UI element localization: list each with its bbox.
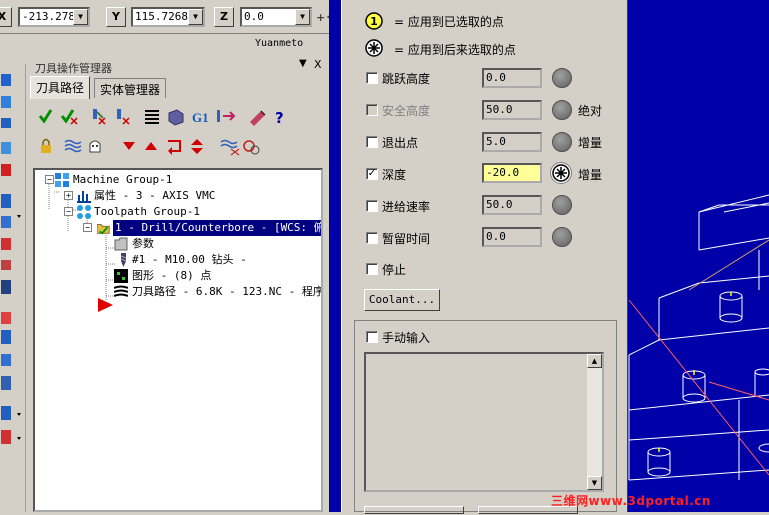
later-points-icon: [365, 39, 383, 57]
select-all-icon: [38, 109, 53, 124]
manual-input-label: 手动输入: [382, 331, 431, 345]
panel-title: 刀具操作管理器: [35, 62, 112, 75]
stop-label: 停止: [382, 263, 407, 277]
safety-absolute-label: 绝对: [578, 104, 603, 118]
x-button[interactable]: X: [0, 7, 12, 27]
properties-icon: [77, 191, 91, 203]
expand-toggle[interactable]: +: [64, 191, 73, 200]
apply-button-safety[interactable]: [552, 100, 572, 120]
dwell-label: 暂留时间: [382, 232, 431, 246]
collapse-toggle[interactable]: −: [64, 207, 73, 216]
selected-points-icon: 1: [365, 12, 383, 30]
collapse-toggle[interactable]: −: [83, 223, 92, 232]
y-coordinate-input[interactable]: 115.7268 ▼: [131, 7, 205, 27]
machine-group-icon: [55, 173, 69, 187]
z-value: 0.0: [244, 10, 264, 23]
feed-rate-field[interactable]: 50.0: [482, 195, 542, 215]
pin-icon[interactable]: ▼: [299, 58, 307, 69]
feed-rate-label: 进给速率: [382, 200, 431, 214]
scroll-down-icon[interactable]: ▼: [587, 476, 602, 490]
jump-height-field[interactable]: 0.0: [482, 68, 542, 88]
apply-later-button-depth[interactable]: [550, 162, 572, 184]
scrollbar[interactable]: ▲ ▼: [587, 354, 602, 490]
toolpath-tree[interactable]: − + − − Machine Group-1 属性 - 3 - AXIS VM…: [33, 168, 323, 512]
manual-input-textarea[interactable]: [364, 352, 604, 492]
drill-point-dialog: 1 = 应用到已选取的点 = 应用到后来选取的点 跳跃高度 0.0 安全高度 5…: [341, 0, 628, 514]
operations-toolbar-2: [35, 136, 325, 158]
svg-text:1: 1: [370, 15, 378, 28]
tab-solids-manager[interactable]: 实体管理器: [94, 78, 167, 98]
geometry-icon: [114, 269, 128, 283]
operation-folder-icon: [97, 224, 110, 235]
close-icon[interactable]: X: [314, 58, 322, 71]
drill-tool-icon: [120, 253, 127, 267]
ok-button[interactable]: [364, 506, 464, 514]
asterisk-icon: [552, 164, 570, 182]
toolpath-manager-panel: 刀具操作管理器 ▼ X 刀具路径 实体管理器 G1 ? − + − − Mach…: [27, 56, 329, 512]
jump-height-checkbox[interactable]: [366, 72, 378, 84]
svg-text:G1: G1: [192, 110, 209, 125]
left-toolbar: [0, 64, 26, 512]
stop-checkbox[interactable]: [366, 263, 378, 275]
tree-item-toolpath[interactable]: 刀具路径 - 6.8K - 123.NC - 程序: [132, 284, 321, 300]
retract-field[interactable]: 5.0: [482, 132, 542, 152]
scroll-up-icon[interactable]: ▲: [587, 354, 602, 368]
apply-button-dwell[interactable]: [552, 227, 572, 247]
coolant-button[interactable]: Coolant...: [364, 289, 440, 311]
collapse-toggle[interactable]: −: [45, 175, 54, 184]
depth-incremental-label: 增量: [578, 168, 603, 182]
retract-checkbox[interactable]: [366, 136, 378, 148]
safety-height-label: 安全高度: [382, 104, 431, 118]
y-button[interactable]: Y: [106, 7, 126, 27]
depth-label: 深度: [382, 168, 407, 182]
chevron-down-icon[interactable]: ▼: [295, 9, 310, 25]
dwell-checkbox[interactable]: [366, 232, 378, 244]
y-value: 115.7268: [135, 10, 188, 23]
apply-button-feed[interactable]: [552, 195, 572, 215]
username-label: Yuanmeto: [255, 38, 304, 49]
tree-item-machine-group[interactable]: Machine Group-1: [73, 172, 172, 188]
apply-button-jump[interactable]: [552, 68, 572, 88]
manual-input-checkbox[interactable]: [366, 331, 378, 343]
toolpath-icon: [114, 285, 128, 297]
watermark: 三维网www.3dportal.cn: [551, 494, 711, 508]
legend-later-text: = 应用到后来选取的点: [394, 43, 516, 57]
operations-toolbar-1: G1 ?: [35, 106, 325, 128]
tree-item-geometry[interactable]: 图形 - (8) 点: [132, 268, 211, 284]
z-coordinate-input[interactable]: 0.0 ▼: [240, 7, 312, 27]
tree-item-drill-operation[interactable]: 1 - Drill/Counterbore - [WCS: 俯视: [113, 220, 321, 236]
tree-item-tool[interactable]: #1 - M10.00 钻头 -: [132, 252, 247, 268]
depth-field[interactable]: -20.0: [482, 163, 542, 183]
z-button[interactable]: Z: [214, 7, 234, 27]
tree-item-properties[interactable]: 属性 - 3 - AXIS VMC: [94, 188, 215, 204]
safety-height-field[interactable]: 50.0: [482, 100, 542, 120]
chevron-down-icon[interactable]: ▼: [73, 9, 88, 25]
retract-incremental-label: 增量: [578, 136, 603, 150]
jump-height-label: 跳跃高度: [382, 72, 431, 86]
chevron-down-icon[interactable]: ▼: [188, 9, 203, 25]
feed-rate-checkbox[interactable]: [366, 200, 378, 212]
tree-item-toolpath-group[interactable]: Toolpath Group-1: [94, 204, 200, 220]
legend-selected-text: = 应用到已选取的点: [394, 15, 504, 29]
depth-checkbox[interactable]: ✓: [366, 168, 378, 180]
svg-text:?: ?: [275, 109, 284, 127]
insert-arrow-icon[interactable]: [97, 298, 115, 312]
retract-label: 退出点: [382, 136, 419, 150]
tree-item-parameters[interactable]: 参数: [132, 236, 154, 252]
parameters-icon: [114, 237, 128, 251]
apply-button-retract[interactable]: [552, 132, 572, 152]
x-coordinate-input[interactable]: -213.2786 ▼: [18, 7, 90, 27]
dwell-field[interactable]: 0.0: [482, 227, 542, 247]
toolpath-group-icon: [77, 205, 91, 219]
tab-toolpaths[interactable]: 刀具路径: [30, 76, 91, 99]
safety-height-checkbox[interactable]: [366, 104, 378, 116]
